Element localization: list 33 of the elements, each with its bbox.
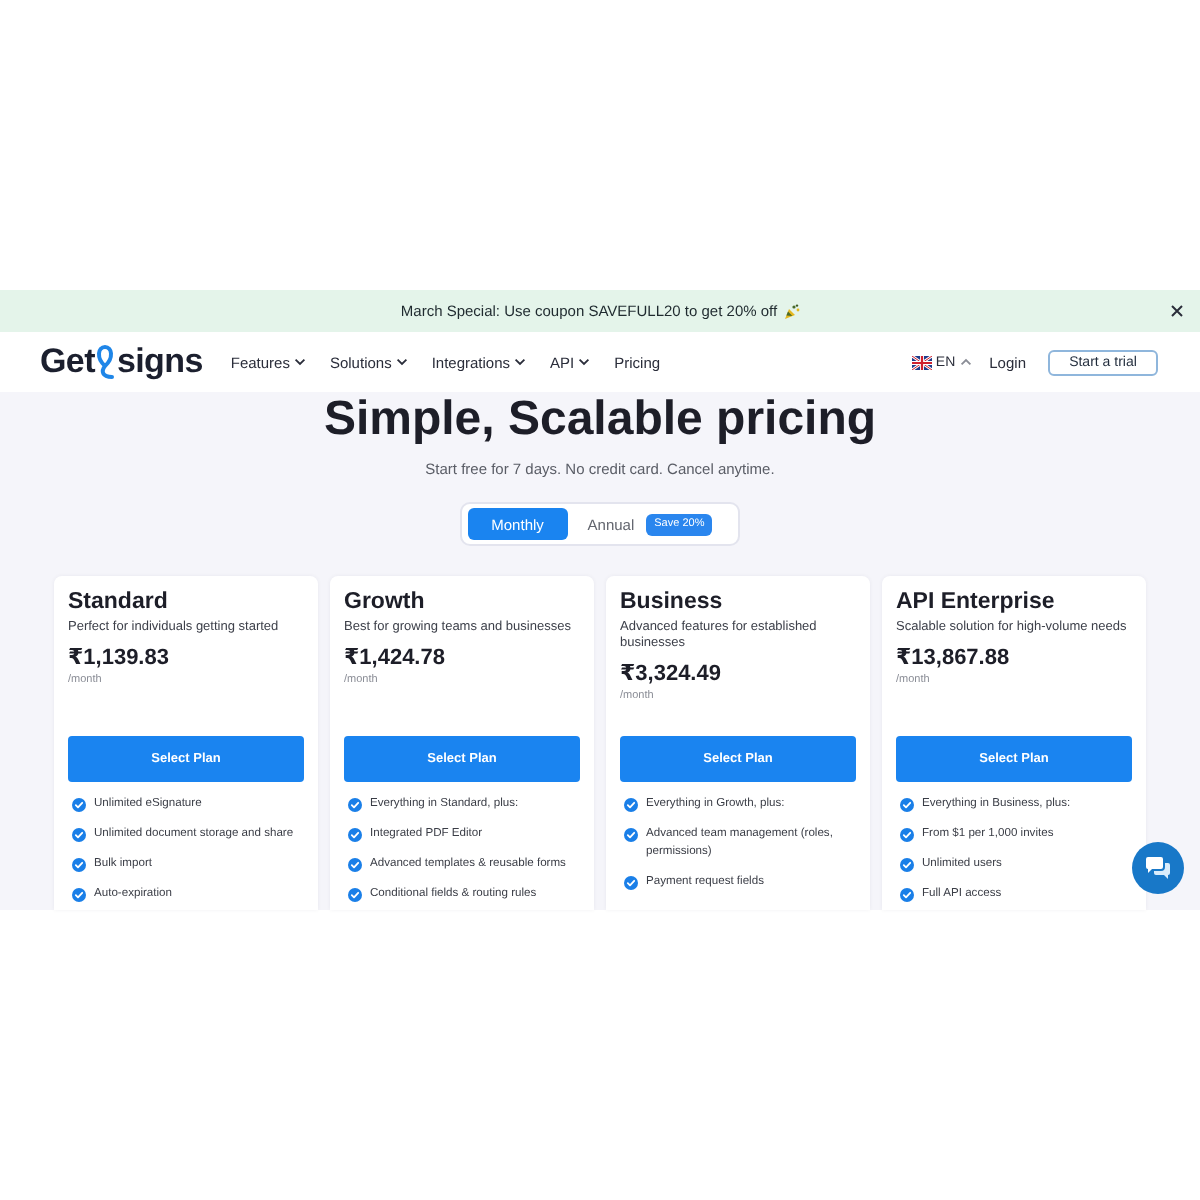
check-icon <box>348 858 362 872</box>
check-icon <box>624 798 638 812</box>
check-icon <box>348 828 362 842</box>
plan-price: ₹3,324.49 <box>620 662 721 688</box>
check-icon <box>900 798 914 812</box>
plan-name: Standard <box>68 590 168 616</box>
caret-up-icon <box>959 358 972 366</box>
check-icon <box>900 858 914 872</box>
plan-price: ₹13,867.88 <box>896 646 1010 672</box>
page-title: Simple, Scalable pricing <box>323 392 877 448</box>
check-icon <box>72 858 86 872</box>
check-icon <box>72 798 86 812</box>
close-icon <box>1170 304 1184 318</box>
logo-loop-icon <box>94 344 117 380</box>
check-icon <box>624 828 638 842</box>
plan-price: ₹1,139.83 <box>68 646 169 672</box>
uk-flag-icon <box>911 355 932 369</box>
check-icon <box>348 888 362 902</box>
check-icon <box>900 888 914 902</box>
check-icon <box>348 798 362 812</box>
logo-text: Get <box>40 342 95 382</box>
plan-name: Growth <box>344 590 425 616</box>
plan-price: ₹1,424.78 <box>344 646 445 672</box>
plan-name: Business <box>620 590 723 616</box>
check-icon <box>624 876 638 890</box>
plan-name: API Enterprise <box>896 590 1055 616</box>
chat-bubbles-icon <box>1144 856 1172 880</box>
check-icon <box>72 828 86 842</box>
check-icon <box>72 888 86 902</box>
close-button[interactable] <box>1170 304 1184 318</box>
party-popper-icon <box>783 303 800 319</box>
logo-text: signs <box>116 342 203 382</box>
check-icon <box>900 828 914 842</box>
